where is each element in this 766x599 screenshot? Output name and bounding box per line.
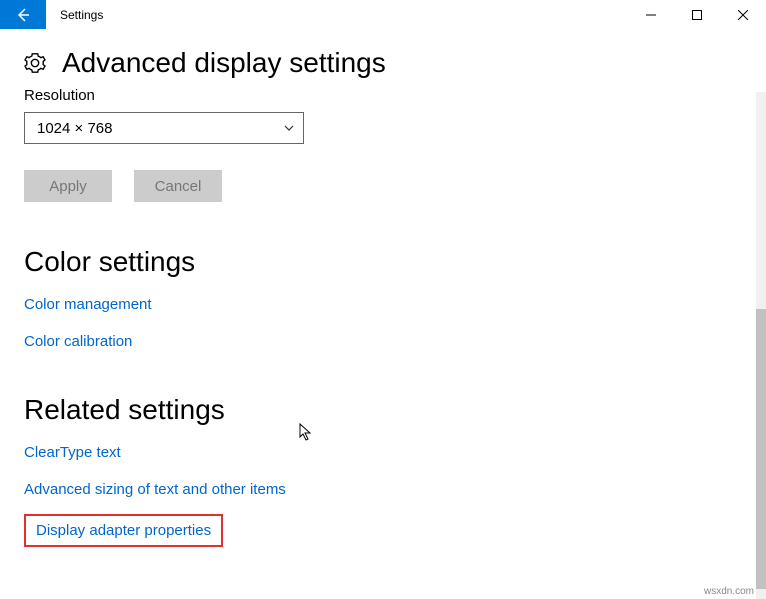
minimize-icon bbox=[646, 10, 656, 20]
page-header: Advanced display settings bbox=[0, 29, 766, 89]
link-advanced-sizing[interactable]: Advanced sizing of text and other items bbox=[24, 481, 742, 498]
scrollbar-thumb[interactable] bbox=[756, 309, 766, 589]
gear-icon bbox=[24, 52, 46, 74]
window-controls bbox=[628, 0, 766, 29]
link-color-calibration[interactable]: Color calibration bbox=[24, 333, 742, 350]
link-display-adapter-properties[interactable]: Display adapter properties bbox=[36, 522, 211, 539]
link-cleartype-text[interactable]: ClearType text bbox=[24, 444, 742, 461]
button-row: Apply Cancel bbox=[24, 170, 742, 202]
color-settings-heading: Color settings bbox=[24, 246, 742, 278]
link-color-management[interactable]: Color management bbox=[24, 296, 742, 313]
close-button[interactable] bbox=[720, 0, 766, 29]
watermark: wsxdn.com bbox=[704, 586, 754, 597]
resolution-label: Resolution bbox=[24, 87, 742, 104]
maximize-button[interactable] bbox=[674, 0, 720, 29]
chevron-down-icon bbox=[283, 122, 295, 134]
maximize-icon bbox=[692, 10, 702, 20]
resolution-dropdown[interactable]: 1024 × 768 bbox=[24, 112, 304, 144]
back-button[interactable] bbox=[0, 0, 46, 29]
resolution-value: 1024 × 768 bbox=[37, 120, 113, 137]
arrow-left-icon bbox=[15, 7, 31, 23]
page-title: Advanced display settings bbox=[62, 47, 386, 79]
titlebar: Settings bbox=[0, 0, 766, 29]
apply-button[interactable]: Apply bbox=[24, 170, 112, 202]
content-area: Resolution 1024 × 768 Apply Cancel Color… bbox=[0, 87, 766, 547]
related-settings-heading: Related settings bbox=[24, 394, 742, 426]
window-title: Settings bbox=[60, 8, 628, 22]
highlight-box: Display adapter properties bbox=[24, 514, 223, 547]
cancel-button[interactable]: Cancel bbox=[134, 170, 222, 202]
close-icon bbox=[738, 10, 748, 20]
minimize-button[interactable] bbox=[628, 0, 674, 29]
